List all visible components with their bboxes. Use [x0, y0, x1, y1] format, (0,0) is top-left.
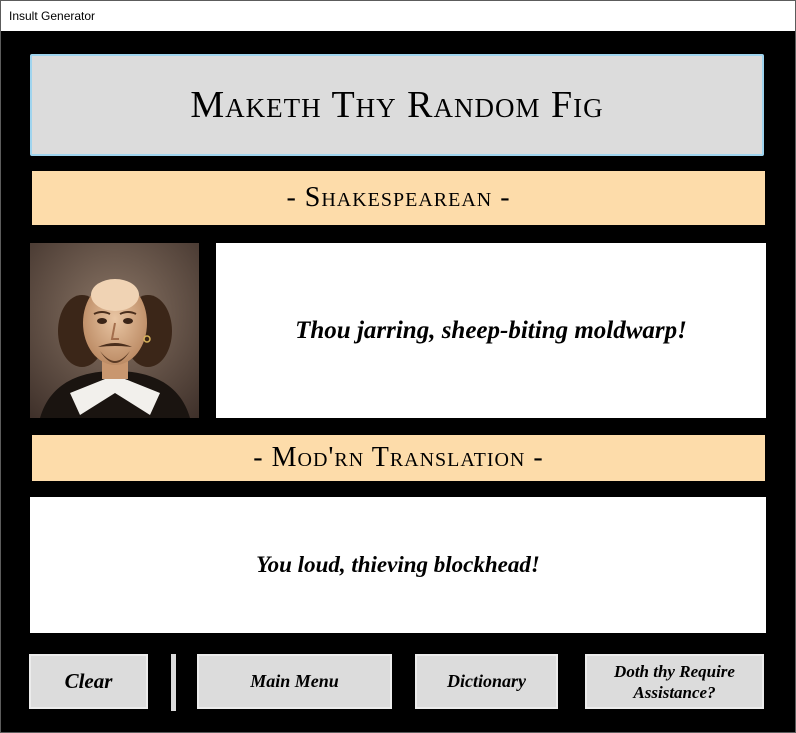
shakespearean-insult-display: Thou jarring, sheep-biting moldwarp! — [216, 243, 766, 418]
page-title: Maketh Thy Random Fig — [30, 54, 764, 156]
modern-translation-section-label: - Mod'rn Translation - — [32, 435, 765, 481]
help-button[interactable]: Doth thy Require Assistance? — [585, 654, 764, 709]
help-button-line-2: Assistance? — [633, 682, 716, 702]
app-window: Insult Generator Maketh Thy Random Fig -… — [0, 0, 796, 733]
shakespearean-section-label: - Shakespearean - — [32, 171, 765, 225]
portrait-image — [30, 243, 199, 418]
modern-translation-display: You loud, thieving blockhead! — [30, 497, 766, 633]
button-divider — [171, 654, 176, 711]
shakespeare-portrait — [30, 243, 199, 418]
main-menu-button[interactable]: Main Menu — [197, 654, 392, 709]
client-area: Maketh Thy Random Fig - Shakespearean - — [1, 31, 795, 732]
window-title: Insult Generator — [9, 9, 96, 23]
title-bar[interactable]: Insult Generator — [1, 1, 795, 31]
shakespearean-insult-text: Thou jarring, sheep-biting moldwarp! — [295, 316, 687, 344]
clear-button[interactable]: Clear — [29, 654, 148, 709]
dictionary-button[interactable]: Dictionary — [415, 654, 558, 709]
help-button-line-1: Doth thy Require — [614, 661, 735, 681]
modern-translation-text: You loud, thieving blockhead! — [256, 552, 540, 577]
